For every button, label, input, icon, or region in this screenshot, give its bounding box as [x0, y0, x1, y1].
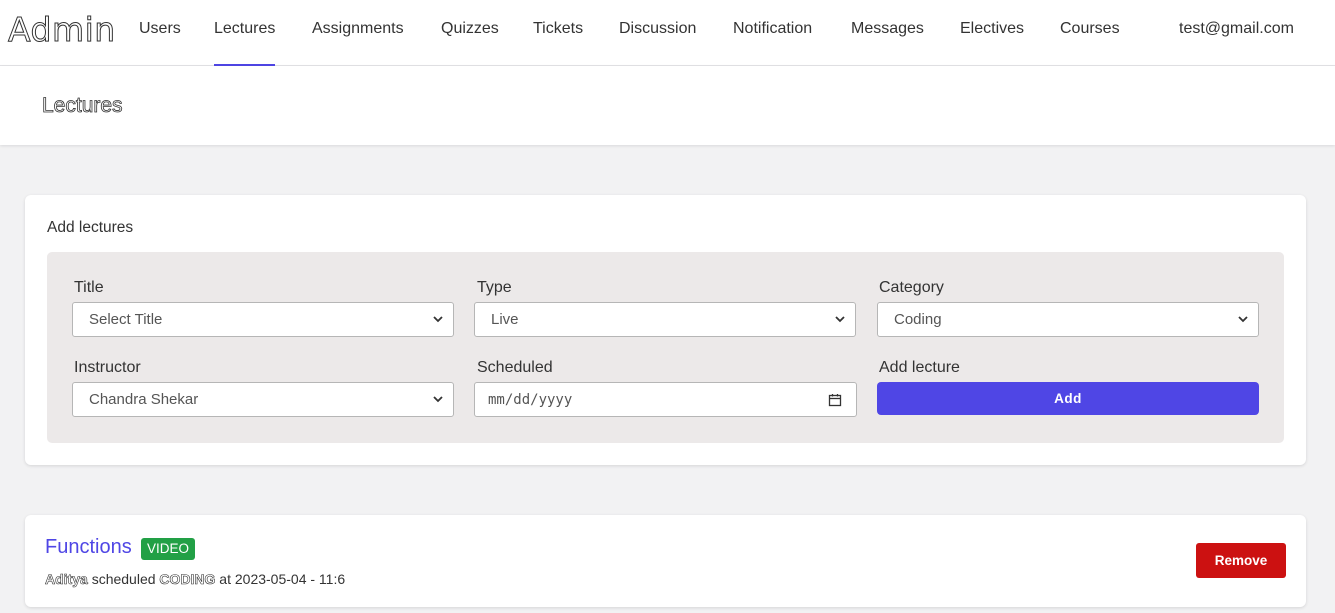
lecture-schedule-info: Aditya scheduled CODING at 2023-05-04 - … [45, 571, 346, 588]
scheduled-label: Scheduled [477, 359, 553, 376]
category-label: Category [879, 279, 944, 296]
title-label: Title [74, 279, 104, 296]
lecture-list-item: Functions VIDEO Aditya scheduled CODING … [25, 515, 1306, 607]
user-email[interactable]: test@gmail.com [1179, 20, 1294, 38]
lecture-title[interactable]: Functions [45, 536, 132, 559]
lecture-at-word: at [219, 571, 231, 587]
page-title: Lectures [42, 94, 123, 118]
chevron-down-icon [1238, 316, 1248, 323]
nav-item-tickets[interactable]: Tickets [533, 20, 583, 66]
nav-item-messages[interactable]: Messages [851, 20, 924, 66]
nav-item-notification[interactable]: Notification [733, 20, 812, 66]
title-select-value: Select Title [89, 311, 163, 328]
add-lectures-title: Add lectures [47, 219, 134, 236]
scheduled-date-input[interactable]: mm/dd/yyyy [474, 382, 857, 417]
brand-logo[interactable]: Admin [8, 10, 116, 50]
lecture-scheduled-word: scheduled [91, 571, 156, 587]
nav-item-quizzes[interactable]: Quizzes [441, 20, 499, 66]
lecture-instructor: Aditya [45, 571, 88, 588]
instructor-select-value: Chandra Shekar [89, 391, 199, 408]
add-lecture-button[interactable]: Add [877, 382, 1259, 415]
chevron-down-icon [433, 316, 443, 323]
category-select-value: Coding [894, 311, 942, 328]
nav-item-lectures[interactable]: Lectures [214, 20, 276, 66]
category-select[interactable]: Coding [877, 302, 1259, 337]
chevron-down-icon [433, 396, 443, 403]
instructor-select[interactable]: Chandra Shekar [72, 382, 454, 417]
add-lecture-label: Add lecture [879, 359, 960, 376]
lecture-category: CODING [159, 571, 216, 588]
scheduled-date-placeholder: mm/dd/yyyy [488, 392, 573, 408]
lecture-type-badge: VIDEO [141, 538, 196, 560]
add-lecture-form: Title Select Title Type Live Category Co… [47, 252, 1284, 443]
calendar-icon[interactable] [828, 393, 842, 407]
nav-item-users[interactable]: Users [139, 20, 181, 66]
page-header: Lectures [0, 66, 1335, 145]
remove-lecture-button[interactable]: Remove [1196, 543, 1286, 578]
nav-item-electives[interactable]: Electives [960, 20, 1024, 66]
add-lectures-card: Add lectures Title Select Title Type Liv… [25, 195, 1306, 465]
type-select-value: Live [491, 311, 519, 328]
chevron-down-icon [835, 316, 845, 323]
lecture-datetime: 2023-05-04 - 11:6 [234, 571, 346, 587]
instructor-label: Instructor [74, 359, 141, 376]
nav-item-assignments[interactable]: Assignments [312, 20, 404, 66]
type-select[interactable]: Live [474, 302, 856, 337]
title-select[interactable]: Select Title [72, 302, 454, 337]
type-label: Type [477, 279, 512, 296]
top-navbar: Admin Users Lectures Assignments Quizzes… [0, 0, 1335, 66]
nav-item-courses[interactable]: Courses [1060, 20, 1120, 66]
nav-item-discussion[interactable]: Discussion [619, 20, 696, 66]
